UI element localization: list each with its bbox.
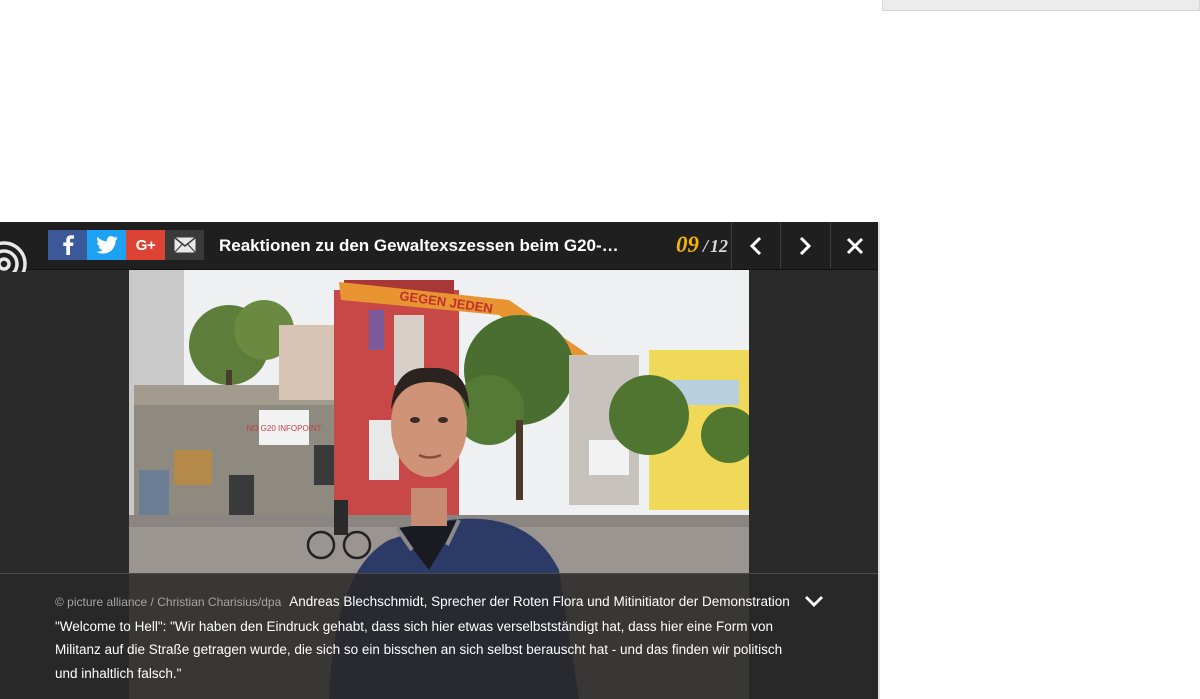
photo-gallery-overlay: G+ Reaktionen zu den Gewaltexszessen bei…: [0, 222, 879, 699]
close-gallery-button[interactable]: [830, 222, 879, 269]
current-slide-number: 09: [675, 232, 699, 257]
counter-separator: /: [702, 236, 708, 256]
googleplus-icon: G+: [135, 236, 156, 254]
photo-caption: © picture alliance / Christian Charisius…: [55, 590, 790, 685]
infopoint-poster-text: NO G20 INFOPOINT: [246, 424, 321, 433]
previous-slide-button[interactable]: [731, 222, 780, 269]
facebook-icon: [62, 235, 74, 255]
share-googleplus-button[interactable]: G+: [126, 230, 165, 260]
next-slide-button[interactable]: [780, 222, 829, 269]
share-twitter-button[interactable]: [87, 230, 126, 260]
share-email-button[interactable]: [165, 230, 204, 260]
broadcast-logo-icon: [0, 241, 27, 272]
chevron-right-icon: [799, 236, 812, 255]
share-facebook-button[interactable]: [48, 230, 87, 260]
twitter-icon: [95, 236, 118, 254]
caption-collapse-button[interactable]: [800, 590, 828, 612]
close-icon: [846, 237, 864, 254]
gallery-title: Reaktionen zu den Gewaltexszessen beim G…: [219, 236, 629, 255]
top-right-panel-edge: [882, 0, 1200, 11]
mail-icon: [173, 237, 196, 253]
gallery-right-edge: [878, 222, 880, 699]
photo-credit: © picture alliance / Christian Charisius…: [55, 595, 282, 609]
chevron-down-icon: [805, 596, 823, 607]
caption-panel: © picture alliance / Christian Charisius…: [0, 573, 879, 699]
total-slides: 12: [710, 236, 728, 256]
chevron-left-icon: [749, 236, 762, 255]
gallery-header: G+ Reaktionen zu den Gewaltexszessen bei…: [0, 222, 879, 272]
slide-counter: 09/12: [640, 230, 728, 260]
